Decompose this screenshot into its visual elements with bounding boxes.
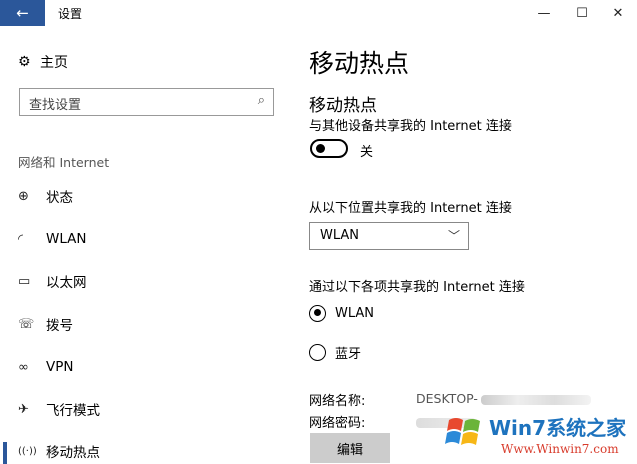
sidebar-item-label: 状态 xyxy=(46,190,73,206)
share-over-label: 通过以下各项共享我的 Internet 连接 xyxy=(309,280,525,295)
main-content: 移动热点 移动热点 与其他设备共享我的 Internet 连接 关 从以下位置共… xyxy=(290,26,637,464)
sidebar-item-home[interactable]: ⚙ 主页 xyxy=(18,52,68,72)
radio-circle xyxy=(309,304,326,322)
watermark: Win7系统之家 Www.Winwin7.com xyxy=(441,408,637,464)
dropdown-value: WLAN xyxy=(320,228,360,243)
hotspot-toggle[interactable] xyxy=(310,139,348,158)
toggle-knob xyxy=(316,144,325,153)
network-password-label: 网络密码: xyxy=(309,416,366,431)
close-icon: ✕ xyxy=(612,5,624,21)
sidebar-item-status[interactable]: ⊕ 状态 xyxy=(0,179,290,213)
page-title: 移动热点 xyxy=(309,49,410,78)
vpn-icon: ∞ xyxy=(18,359,29,375)
gear-icon: ⚙ xyxy=(18,54,31,70)
windows-logo-icon xyxy=(445,418,480,445)
close-button[interactable]: ✕ xyxy=(596,0,637,26)
sidebar-item-wlan[interactable]: ◜ WLAN xyxy=(0,222,290,256)
wifi-icon: ◜ xyxy=(18,231,24,247)
radio-wlan[interactable]: WLAN xyxy=(309,302,509,324)
radio-circle xyxy=(309,343,326,361)
section-label: 网络和 Internet xyxy=(18,155,110,170)
dialup-icon: ☏ xyxy=(18,316,35,332)
minimize-icon: — xyxy=(537,5,551,21)
share-from-dropdown[interactable]: WLAN ﹀ xyxy=(309,222,469,250)
chevron-down-icon: ﹀ xyxy=(447,229,460,243)
sidebar-item-ethernet[interactable]: ▭ 以太网 xyxy=(0,264,290,298)
back-arrow-icon: ← xyxy=(16,4,29,22)
hotspot-icon: ((·)) xyxy=(18,445,37,457)
radio-bluetooth[interactable]: 蓝牙 xyxy=(309,341,509,363)
redacted-text xyxy=(480,394,591,405)
sidebar-item-label: 主页 xyxy=(40,55,68,71)
network-name-text: DESKTOP- xyxy=(416,391,478,406)
search-input[interactable]: 查找设置 ⌕ xyxy=(19,88,274,116)
title-bar: ← 设置 — ☐ ✕ xyxy=(0,0,637,26)
sidebar-item-label: 拨号 xyxy=(46,318,73,334)
sidebar-item-label: 移动热点 xyxy=(46,445,100,461)
window-title: 设置 xyxy=(58,7,83,21)
sidebar: ⚙ 主页 查找设置 ⌕ 网络和 Internet ⊕ 状态 ◜ WLAN ▭ 以… xyxy=(0,26,290,464)
sidebar-item-vpn[interactable]: ∞ VPN xyxy=(0,350,290,384)
share-from-label: 从以下位置共享我的 Internet 连接 xyxy=(309,201,512,216)
toggle-state-label: 关 xyxy=(360,145,374,160)
sidebar-item-label: VPN xyxy=(46,359,74,375)
maximize-icon: ☐ xyxy=(576,5,588,21)
search-icon[interactable]: ⌕ xyxy=(258,93,265,108)
globe-icon: ⊕ xyxy=(18,188,29,204)
active-indicator xyxy=(3,442,7,464)
network-name-value: DESKTOP- xyxy=(416,391,591,406)
watermark-text: Win7系统之家 xyxy=(489,416,627,440)
radio-label: 蓝牙 xyxy=(335,346,362,362)
sidebar-item-airplane-mode[interactable]: ✈ 飞行模式 xyxy=(0,392,290,426)
radio-label: WLAN xyxy=(335,305,375,321)
airplane-icon: ✈ xyxy=(18,401,29,417)
edit-button[interactable]: 编辑 xyxy=(310,433,390,463)
search-placeholder: 查找设置 xyxy=(29,98,82,113)
sidebar-item-dialup[interactable]: ☏ 拨号 xyxy=(0,307,290,341)
sidebar-item-label: 飞行模式 xyxy=(46,403,100,419)
sidebar-item-mobile-hotspot[interactable]: ((·)) 移动热点 xyxy=(0,434,290,464)
network-name-label: 网络名称: xyxy=(309,394,366,409)
sidebar-item-label: WLAN xyxy=(46,231,87,247)
ethernet-icon: ▭ xyxy=(18,273,31,289)
back-button[interactable]: ← xyxy=(0,0,45,26)
section-title: 移动热点 xyxy=(309,96,377,116)
radio-selected-dot xyxy=(313,309,321,316)
share-description: 与其他设备共享我的 Internet 连接 xyxy=(309,119,512,134)
watermark-url: Www.Winwin7.com xyxy=(501,442,619,456)
sidebar-item-label: 以太网 xyxy=(46,275,87,291)
